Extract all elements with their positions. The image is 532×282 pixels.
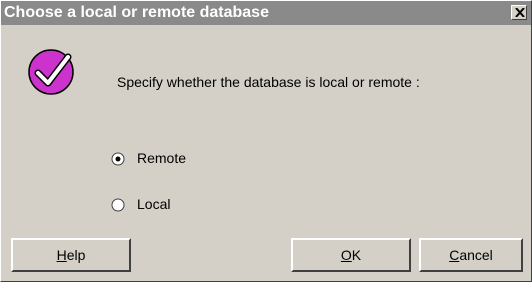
radio-local-label[interactable]: Local [137,196,170,212]
radio-remote[interactable] [111,152,125,166]
ok-button[interactable]: OK [291,238,411,272]
radio-remote-label[interactable]: Remote [137,150,186,166]
radio-local[interactable] [111,198,125,212]
title-bar[interactable]: Choose a local or remote database [1,1,531,25]
cancel-button[interactable]: Cancel [419,238,523,272]
cancel-label-rest: ancel [459,247,493,263]
cancel-mnemonic: C [449,247,460,263]
database-choice-dialog: Choose a local or remote database Specif… [0,0,532,282]
help-mnemonic: H [56,247,67,263]
help-label-rest: elp [66,247,86,263]
ok-label-rest: K [351,247,362,263]
ok-mnemonic: O [340,247,352,263]
close-icon [515,8,525,17]
checkmark-icon [28,49,74,95]
close-button[interactable] [511,5,527,20]
dialog-title: Choose a local or remote database [4,4,269,21]
help-button[interactable]: Help [11,238,131,272]
prompt-text: Specify whether the database is local or… [117,74,420,90]
